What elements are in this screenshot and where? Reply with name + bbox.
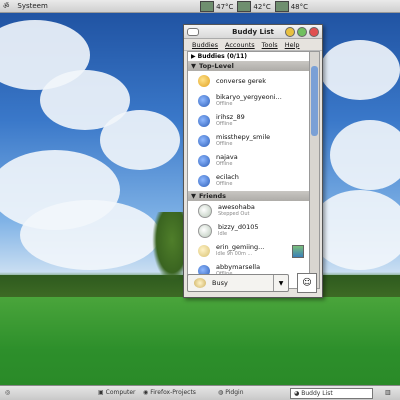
temp-sensor-2: 42°C bbox=[237, 1, 271, 12]
buddy-name: converse gerek bbox=[216, 76, 267, 85]
temp-sensor-1: 47°C bbox=[200, 1, 233, 12]
buddies-count: Buddies (0/11) bbox=[197, 53, 248, 60]
menubar: Buddies Accounts Tools Help bbox=[184, 39, 322, 51]
buddy-item[interactable]: ecilach Offline bbox=[188, 171, 310, 191]
cloud bbox=[330, 120, 400, 190]
buddy-name: bizzy_d0105 bbox=[218, 223, 259, 231]
close-button[interactable] bbox=[309, 27, 319, 37]
buddy-name: irihsz_89 bbox=[216, 113, 245, 121]
group-label: Top-Level bbox=[199, 62, 234, 70]
folder-icon: ▣ bbox=[98, 389, 104, 396]
apps-menu[interactable]: ॐ bbox=[3, 2, 9, 11]
my-buddy-icon[interactable]: ☺ bbox=[297, 273, 317, 293]
buddy-name: missthepy_smile bbox=[216, 133, 271, 141]
titlebar[interactable]: Buddy List bbox=[184, 25, 322, 39]
temp-value: 47°C bbox=[216, 2, 234, 11]
task-label: Pidgin bbox=[225, 389, 244, 396]
buddy-item[interactable]: bikaryo_yergyeoni... Offline bbox=[188, 91, 310, 111]
aim-status-icon bbox=[198, 75, 210, 87]
away-status-icon bbox=[198, 204, 212, 218]
buddy-name: abbymarsella bbox=[216, 263, 261, 271]
group-friends[interactable]: ▼ Friends bbox=[188, 191, 310, 201]
temp-value: 48°C bbox=[290, 2, 308, 11]
msn-status-icon bbox=[198, 135, 210, 147]
buddies-header[interactable]: ▶ Buddies (0/11) bbox=[188, 52, 310, 61]
minimize-button[interactable] bbox=[285, 27, 295, 37]
msn-status-icon bbox=[198, 95, 210, 107]
task-firefox[interactable]: ◉ Firefox-Projects bbox=[140, 388, 199, 397]
buddy-name: ecilach bbox=[216, 173, 239, 181]
status-selector[interactable]: Busy ▼ bbox=[187, 274, 289, 292]
menu-buddies[interactable]: Buddies bbox=[192, 41, 218, 49]
away-status-icon bbox=[198, 224, 212, 238]
msn-status-icon bbox=[198, 115, 210, 127]
buddy-item[interactable]: bizzy_d0105 Idle bbox=[188, 221, 310, 241]
grass-field bbox=[0, 297, 400, 386]
cloud bbox=[310, 190, 400, 270]
browser-icon: ◉ bbox=[143, 389, 149, 396]
buddy-status: Offline bbox=[216, 181, 233, 187]
buddy-status: Idle bbox=[218, 231, 228, 237]
menu-help[interactable]: Help bbox=[285, 41, 300, 49]
buddy-item[interactable]: irihsz_89 Offline bbox=[188, 111, 310, 131]
group-top-level[interactable]: ▼ Top-Level bbox=[188, 61, 310, 71]
buddy-item[interactable]: erin_gemiing... Idle 9h 00m ... bbox=[188, 241, 310, 261]
buddy-status: Offline bbox=[216, 161, 233, 167]
cloud bbox=[100, 110, 180, 170]
top-panel: ॐ Systeem 47°C 42°C 48°C bbox=[0, 0, 400, 13]
bottom-panel: ◎ ▣ Computer ◉ Firefox-Projects ◍ Pidgin ◕ B… bbox=[0, 385, 400, 400]
buddy-item[interactable]: missthepy_smile Offline bbox=[188, 131, 310, 151]
show-desktop-button[interactable]: ◎ bbox=[2, 388, 13, 397]
task-buddy-list[interactable]: ◕ Buddy List bbox=[290, 388, 373, 399]
msn-status-icon bbox=[198, 155, 210, 167]
buddy-status: Offline bbox=[216, 121, 233, 127]
buddy-name: bikaryo_yergyeoni... bbox=[216, 93, 282, 101]
buddy-name: erin_gemiing... bbox=[216, 243, 265, 251]
collapse-arrow-icon[interactable]: ▼ bbox=[191, 62, 196, 70]
chip-icon bbox=[200, 1, 215, 12]
list-scrollbar[interactable] bbox=[309, 51, 320, 289]
menu-accounts[interactable]: Accounts bbox=[225, 41, 255, 49]
pidgin-icon: ◕ bbox=[294, 390, 300, 397]
buddy-status: Offline bbox=[216, 141, 233, 147]
scroll-thumb[interactable] bbox=[311, 66, 318, 136]
expand-arrow-icon[interactable]: ▶ bbox=[191, 53, 196, 60]
buddy-name: najava bbox=[216, 153, 238, 161]
temp-sensor-3: 48°C bbox=[274, 1, 308, 12]
buddy-list[interactable]: ▶ Buddies (0/11) ▼ Top-Level converse ge… bbox=[187, 51, 311, 289]
msn-status-icon bbox=[198, 175, 210, 187]
buddy-status: Stepped Out bbox=[218, 211, 250, 217]
task-pidgin[interactable]: ◍ Pidgin bbox=[215, 388, 247, 397]
system-menu[interactable]: Systeem bbox=[17, 2, 47, 10]
menu-tools[interactable]: Tools bbox=[262, 41, 278, 49]
chip-icon bbox=[274, 1, 289, 12]
collapse-arrow-icon[interactable]: ▼ bbox=[191, 192, 196, 200]
status-label: Busy bbox=[212, 279, 228, 287]
task-label: Firefox-Projects bbox=[150, 389, 196, 396]
cloud bbox=[20, 200, 160, 270]
task-label: Computer bbox=[105, 389, 136, 396]
buddy-item[interactable]: converse gerek bbox=[188, 71, 310, 91]
chevron-down-icon[interactable]: ▼ bbox=[273, 275, 288, 291]
buddy-avatar-icon bbox=[292, 245, 304, 258]
idle-status-icon bbox=[198, 245, 210, 257]
buddy-item[interactable]: awesohaba Stepped Out bbox=[188, 201, 310, 221]
temp-value: 42°C bbox=[253, 2, 271, 11]
buddy-status: Offline bbox=[216, 101, 233, 107]
chat-icon: ◍ bbox=[218, 389, 224, 396]
group-label: Friends bbox=[199, 192, 227, 200]
cloud bbox=[320, 40, 400, 100]
task-label: Buddy List bbox=[301, 390, 333, 397]
temperature-tray: 47°C 42°C 48°C bbox=[200, 1, 308, 12]
task-computer[interactable]: ▣ Computer bbox=[95, 388, 139, 397]
chip-icon bbox=[237, 1, 252, 12]
buddy-name: awesohaba bbox=[218, 203, 255, 211]
buddy-item[interactable]: najava Offline bbox=[188, 151, 310, 171]
maximize-button[interactable] bbox=[297, 27, 307, 37]
buddy-status: Idle 9h 00m ... bbox=[216, 251, 253, 257]
busy-status-icon bbox=[194, 278, 206, 288]
buddy-list-window: Buddy List Buddies Accounts Tools Help ▶… bbox=[183, 24, 323, 298]
trash-icon[interactable]: ▥ bbox=[382, 388, 394, 397]
